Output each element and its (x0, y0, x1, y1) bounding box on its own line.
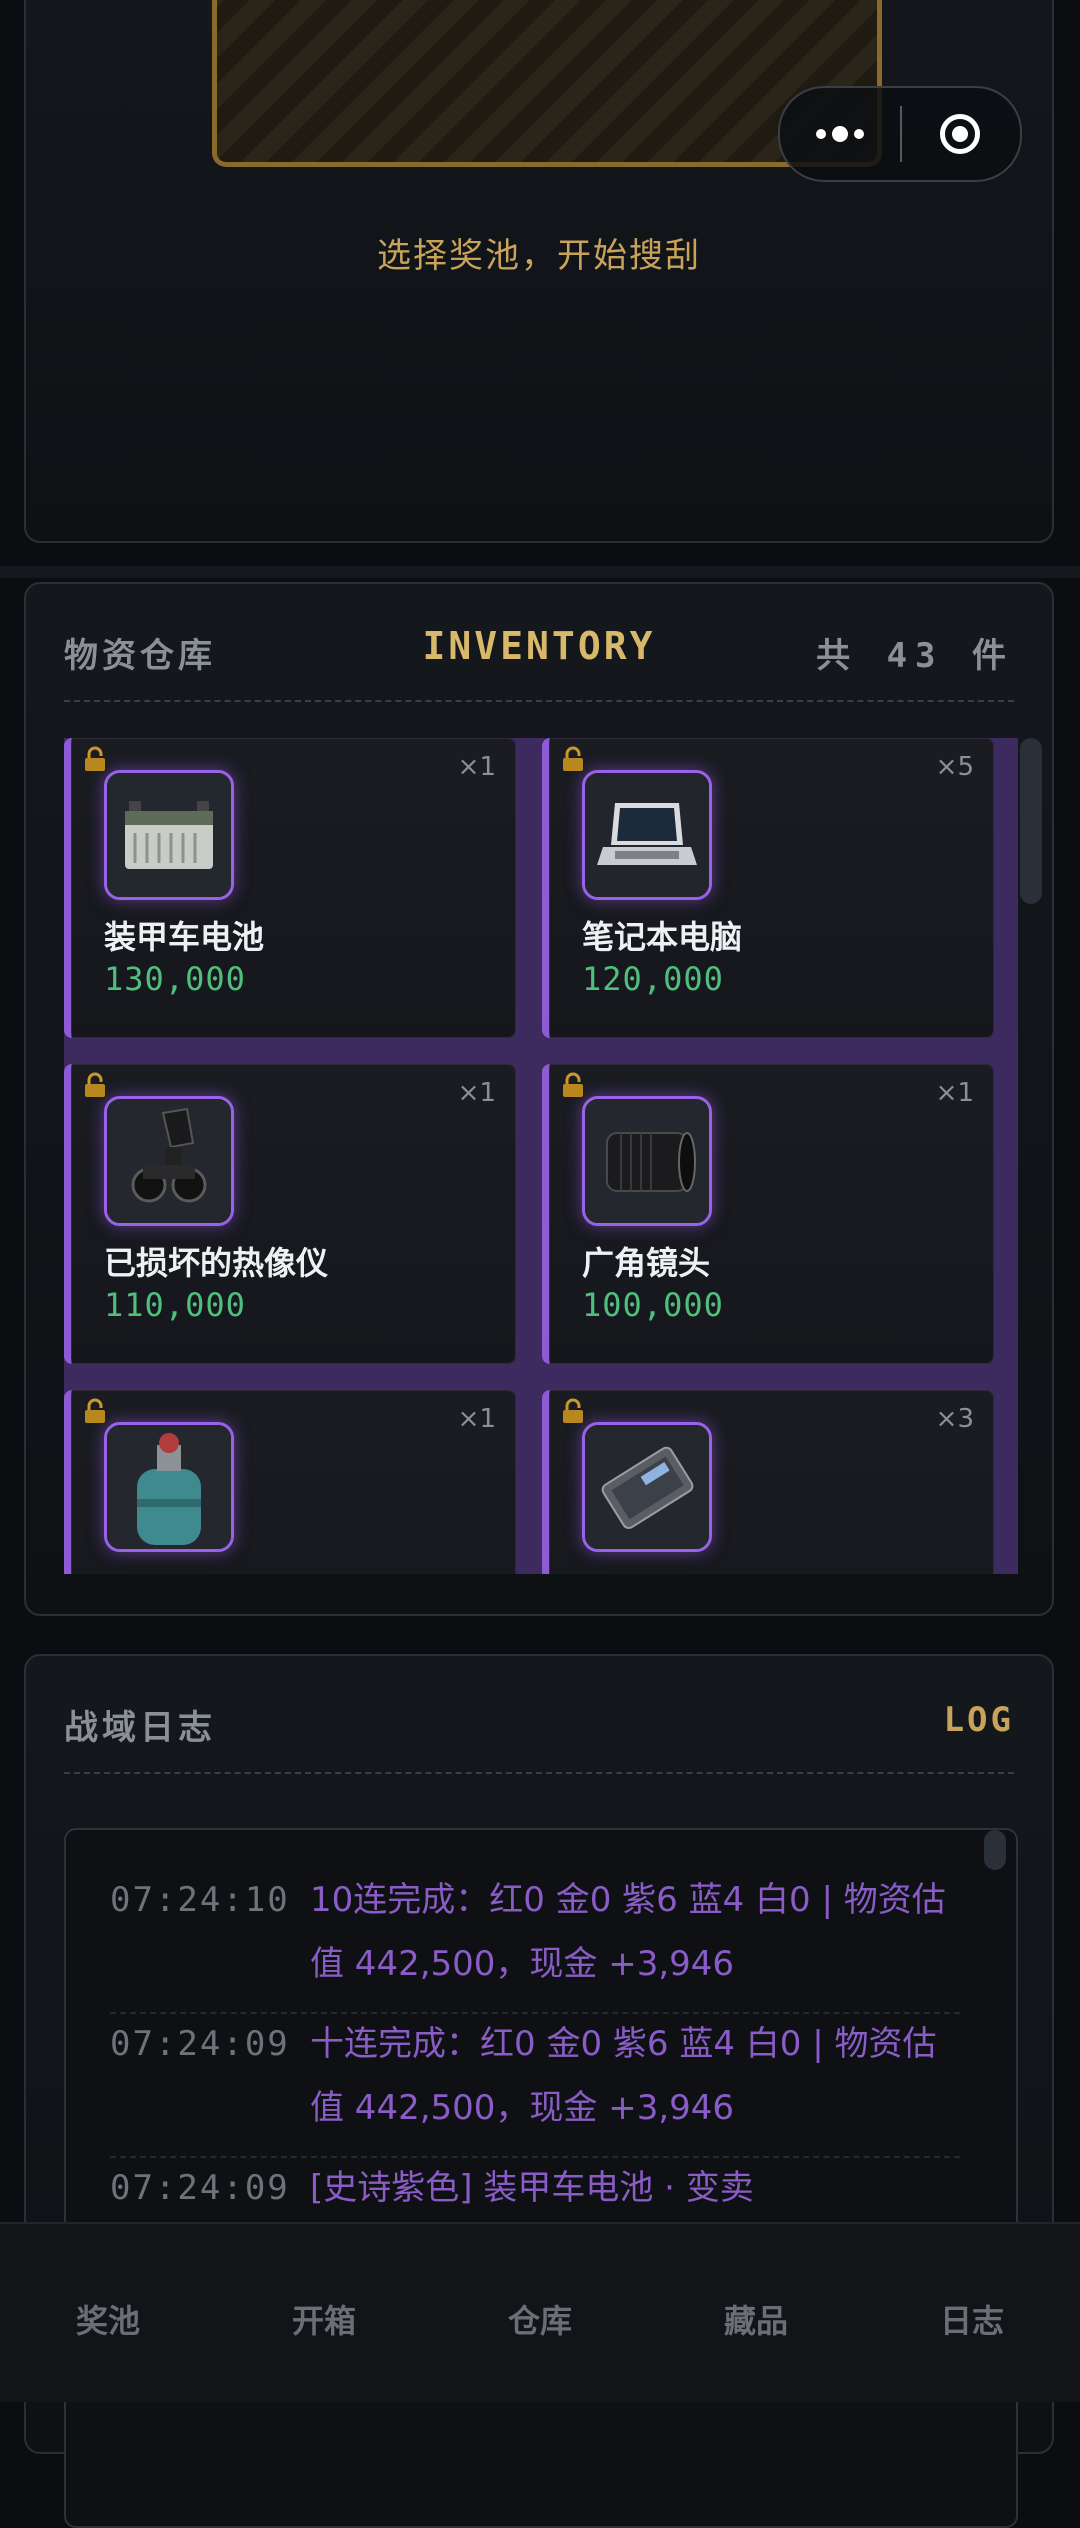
thermal-imager-icon (104, 1096, 234, 1226)
inventory-scroll-thumb[interactable] (1020, 738, 1042, 904)
log-message: [史诗紫色] 装甲车电池 · 变卖 (310, 2168, 754, 2208)
item-value: 130,000 (104, 960, 246, 998)
lock-icon[interactable] (559, 1072, 587, 1098)
tab-prize-pool[interactable]: 奖池 (0, 2224, 216, 2402)
log-time: 07:24:09 (110, 2024, 290, 2064)
lock-icon[interactable] (81, 1072, 109, 1098)
item-quantity: ×1 (457, 752, 496, 782)
item-value: 110,000 (104, 1286, 246, 1324)
close-target-icon[interactable] (902, 114, 1018, 154)
bottom-tab-bar: 奖池 开箱 仓库 藏品 日志 (0, 2222, 1080, 2402)
lock-icon[interactable] (81, 746, 109, 772)
inventory-count: 共 43 件 (816, 636, 1014, 676)
inventory-card[interactable]: ×1 广角镜头 100,000 (542, 1064, 994, 1364)
inventory-scrollbar[interactable] (1020, 738, 1042, 1574)
lock-icon[interactable] (81, 1398, 109, 1424)
log-message: 10连完成：红0 金0 紫6 蓝4 白0 | 物资估值 442,500，现金 +… (310, 1880, 946, 1984)
item-quantity: ×1 (457, 1078, 496, 1108)
log-message: 十连完成：红0 金0 紫6 蓝4 白0 | 物资估值 442,500，现金 +3… (310, 2024, 937, 2128)
inventory-card[interactable]: ×1 装甲车电池 130,000 (64, 738, 516, 1038)
select-pool-prompt: 选择奖池，开始搜刮 (377, 236, 701, 276)
log-header: 战域日志 LOG (64, 1692, 1014, 1752)
lock-icon[interactable] (559, 1398, 587, 1424)
item-value: 120,000 (582, 960, 724, 998)
ssd-icon (582, 1422, 712, 1552)
inventory-card[interactable]: ×1 (64, 1390, 516, 1574)
item-quantity: ×1 (457, 1404, 496, 1434)
inventory-header: 物资仓库 INVENTORY 共 43 件 (64, 620, 1014, 680)
inventory-panel: 物资仓库 INVENTORY 共 43 件 ×1 装甲车电池 130,000 ×… (24, 582, 1054, 1616)
item-name: 已损坏的热像仪 (104, 1244, 329, 1282)
more-icon[interactable] (780, 126, 900, 142)
log-list[interactable]: 07:24:10 10连完成：红0 金0 紫6 蓝4 白0 | 物资估值 442… (64, 1828, 1018, 2528)
tab-warehouse[interactable]: 仓库 (432, 2224, 648, 2402)
item-name: 广角镜头 (582, 1244, 711, 1282)
lens-icon (582, 1096, 712, 1226)
item-value: 100,000 (582, 1286, 724, 1324)
item-name: 装甲车电池 (104, 918, 265, 956)
battery-icon (104, 770, 234, 900)
inventory-card[interactable]: ×5 笔记本电脑 120,000 (542, 738, 994, 1038)
prize-pool-panel: 选择奖池，开始搜刮 (24, 0, 1054, 543)
log-title: 战域日志 (64, 1708, 216, 1748)
tab-open-box[interactable]: 开箱 (216, 2224, 432, 2402)
laptop-icon (582, 770, 712, 900)
inventory-card[interactable]: ×1 已损坏的热像仪 110,000 (64, 1064, 516, 1364)
inventory-grid[interactable]: ×1 装甲车电池 130,000 ×5 笔记本电脑 120,000 ×1 已损坏… (64, 738, 1018, 1574)
tab-collection[interactable]: 藏品 (648, 2224, 864, 2402)
log-time: 07:24:10 (110, 1880, 290, 1920)
gas-cylinder-icon (104, 1422, 234, 1552)
log-time: 07:24:09 (110, 2168, 290, 2208)
section-divider (0, 566, 1080, 578)
miniprogram-capsule (778, 86, 1022, 182)
inventory-card[interactable]: ×3 (542, 1390, 994, 1574)
item-quantity: ×1 (935, 1078, 974, 1108)
lock-icon[interactable] (559, 746, 587, 772)
log-scrollbar[interactable] (984, 1830, 1006, 1870)
item-quantity: ×3 (935, 1404, 974, 1434)
tab-log[interactable]: 日志 (864, 2224, 1080, 2402)
item-name: 笔记本电脑 (582, 918, 743, 956)
log-title-en: LOG (943, 1700, 1014, 1740)
log-header-divider (64, 1772, 1014, 1774)
header-divider (64, 700, 1014, 702)
item-quantity: ×5 (935, 752, 974, 782)
